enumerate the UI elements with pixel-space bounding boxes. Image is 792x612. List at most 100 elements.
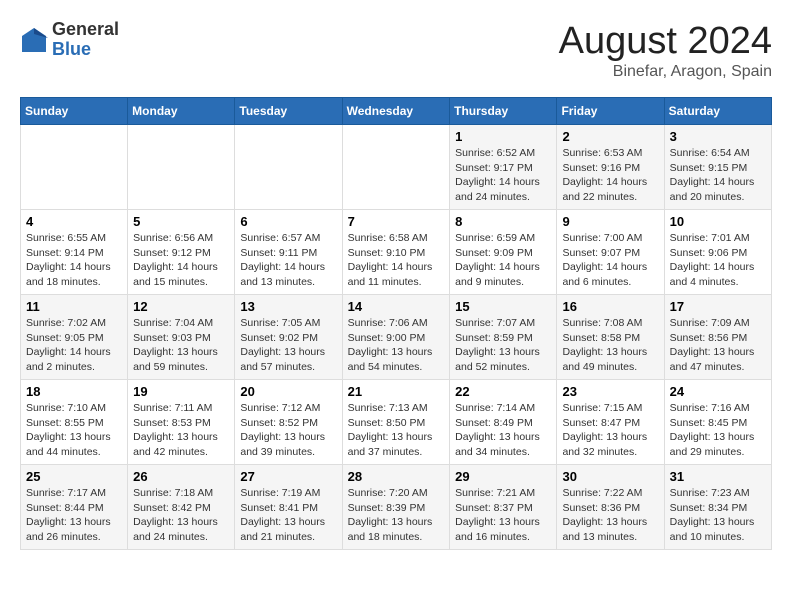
day-number: 6: [240, 214, 336, 229]
header-day: Saturday: [664, 98, 771, 125]
day-detail: Sunrise: 7:09 AM Sunset: 8:56 PM Dayligh…: [670, 316, 766, 375]
calendar-week-row: 18 Sunrise: 7:10 AM Sunset: 8:55 PM Dayli…: [21, 380, 772, 465]
day-number: 14: [348, 299, 445, 314]
day-number: 9: [562, 214, 658, 229]
day-detail: Sunrise: 7:15 AM Sunset: 8:47 PM Dayligh…: [562, 401, 658, 460]
header-day: Monday: [128, 98, 235, 125]
calendar-cell: 25Sunrise: 7:17 AM Sunset: 8:44 PM Dayli…: [21, 465, 128, 550]
calendar-cell: 18 Sunrise: 7:10 AM Sunset: 8:55 PM Dayli…: [21, 380, 128, 465]
day-number: 17: [670, 299, 766, 314]
calendar-cell: 27 Sunrise: 7:19 AM Sunset: 8:41 PM Dayli…: [235, 465, 342, 550]
day-detail: Sunrise: 7:05 AM Sunset: 9:02 PM Dayligh…: [240, 316, 336, 375]
calendar-week-row: 25Sunrise: 7:17 AM Sunset: 8:44 PM Dayli…: [21, 465, 772, 550]
day-number: 4: [26, 214, 122, 229]
calendar-cell: 21 Sunrise: 7:13 AM Sunset: 8:50 PM Dayli…: [342, 380, 450, 465]
day-detail: Sunrise: 7:20 AM Sunset: 8:39 PM Dayligh…: [348, 486, 445, 545]
calendar-body: 1Sunrise: 6:52 AM Sunset: 9:17 PM Daylig…: [21, 125, 772, 550]
day-detail: Sunrise: 7:10 AM Sunset: 8:55 PM Dayligh…: [26, 401, 122, 460]
logo-general-text: General: [52, 20, 119, 40]
calendar-cell: 8Sunrise: 6:59 AM Sunset: 9:09 PM Daylig…: [450, 210, 557, 295]
calendar-cell: 3 Sunrise: 6:54 AM Sunset: 9:15 PM Daylig…: [664, 125, 771, 210]
header-day: Thursday: [450, 98, 557, 125]
day-detail: Sunrise: 6:57 AM Sunset: 9:11 PM Dayligh…: [240, 231, 336, 290]
calendar-cell: 1Sunrise: 6:52 AM Sunset: 9:17 PM Daylig…: [450, 125, 557, 210]
day-detail: Sunrise: 7:01 AM Sunset: 9:06 PM Dayligh…: [670, 231, 766, 290]
day-detail: Sunrise: 7:19 AM Sunset: 8:41 PM Dayligh…: [240, 486, 336, 545]
calendar-cell: 2Sunrise: 6:53 AM Sunset: 9:16 PM Daylig…: [557, 125, 664, 210]
calendar-cell: 30Sunrise: 7:22 AM Sunset: 8:36 PM Dayli…: [557, 465, 664, 550]
day-number: 27: [240, 469, 336, 484]
calendar-cell: 29 Sunrise: 7:21 AM Sunset: 8:37 PM Dayli…: [450, 465, 557, 550]
calendar-cell: 24 Sunrise: 7:16 AM Sunset: 8:45 PM Dayli…: [664, 380, 771, 465]
calendar-cell: 17 Sunrise: 7:09 AM Sunset: 8:56 PM Dayli…: [664, 295, 771, 380]
day-number: 3: [670, 129, 766, 144]
calendar-week-row: 1Sunrise: 6:52 AM Sunset: 9:17 PM Daylig…: [21, 125, 772, 210]
day-number: 31: [670, 469, 766, 484]
day-number: 15: [455, 299, 551, 314]
day-number: 13: [240, 299, 336, 314]
calendar-cell: 12Sunrise: 7:04 AM Sunset: 9:03 PM Dayli…: [128, 295, 235, 380]
day-number: 10: [670, 214, 766, 229]
day-detail: Sunrise: 7:06 AM Sunset: 9:00 PM Dayligh…: [348, 316, 445, 375]
day-detail: Sunrise: 6:53 AM Sunset: 9:16 PM Dayligh…: [562, 146, 658, 205]
calendar-cell: 19 Sunrise: 7:11 AM Sunset: 8:53 PM Dayli…: [128, 380, 235, 465]
day-detail: Sunrise: 7:04 AM Sunset: 9:03 PM Dayligh…: [133, 316, 229, 375]
day-detail: Sunrise: 7:14 AM Sunset: 8:49 PM Dayligh…: [455, 401, 551, 460]
day-detail: Sunrise: 7:11 AM Sunset: 8:53 PM Dayligh…: [133, 401, 229, 460]
day-detail: Sunrise: 6:56 AM Sunset: 9:12 PM Dayligh…: [133, 231, 229, 290]
day-number: 16: [562, 299, 658, 314]
page-header: General Blue August 2024 Binefar, Aragon…: [20, 20, 772, 81]
day-detail: Sunrise: 6:55 AM Sunset: 9:14 PM Dayligh…: [26, 231, 122, 290]
day-detail: Sunrise: 7:16 AM Sunset: 8:45 PM Dayligh…: [670, 401, 766, 460]
calendar-cell: 7 Sunrise: 6:58 AM Sunset: 9:10 PM Daylig…: [342, 210, 450, 295]
calendar-week-row: 11 Sunrise: 7:02 AM Sunset: 9:05 PM Dayli…: [21, 295, 772, 380]
calendar-cell: 20Sunrise: 7:12 AM Sunset: 8:52 PM Dayli…: [235, 380, 342, 465]
day-number: 28: [348, 469, 445, 484]
day-detail: Sunrise: 6:58 AM Sunset: 9:10 PM Dayligh…: [348, 231, 445, 290]
day-number: 25: [26, 469, 122, 484]
calendar-table: SundayMondayTuesdayWednesdayThursdayFrid…: [20, 97, 772, 550]
day-detail: Sunrise: 6:52 AM Sunset: 9:17 PM Dayligh…: [455, 146, 551, 205]
calendar-cell: 14 Sunrise: 7:06 AM Sunset: 9:00 PM Dayli…: [342, 295, 450, 380]
day-number: 7: [348, 214, 445, 229]
day-detail: Sunrise: 7:18 AM Sunset: 8:42 PM Dayligh…: [133, 486, 229, 545]
day-number: 21: [348, 384, 445, 399]
calendar-cell: 11 Sunrise: 7:02 AM Sunset: 9:05 PM Dayli…: [21, 295, 128, 380]
calendar-cell: 26Sunrise: 7:18 AM Sunset: 8:42 PM Dayli…: [128, 465, 235, 550]
day-detail: Sunrise: 7:23 AM Sunset: 8:34 PM Dayligh…: [670, 486, 766, 545]
day-number: 18: [26, 384, 122, 399]
calendar-cell: 22Sunrise: 7:14 AM Sunset: 8:49 PM Dayli…: [450, 380, 557, 465]
day-number: 5: [133, 214, 229, 229]
calendar-cell: [21, 125, 128, 210]
calendar-cell: 23 Sunrise: 7:15 AM Sunset: 8:47 PM Dayli…: [557, 380, 664, 465]
day-detail: Sunrise: 7:07 AM Sunset: 8:59 PM Dayligh…: [455, 316, 551, 375]
logo-text: General Blue: [52, 20, 119, 60]
header-day: Tuesday: [235, 98, 342, 125]
calendar-cell: 16Sunrise: 7:08 AM Sunset: 8:58 PM Dayli…: [557, 295, 664, 380]
day-detail: Sunrise: 7:21 AM Sunset: 8:37 PM Dayligh…: [455, 486, 551, 545]
location: Binefar, Aragon, Spain: [559, 63, 772, 81]
day-detail: Sunrise: 7:12 AM Sunset: 8:52 PM Dayligh…: [240, 401, 336, 460]
header-day: Wednesday: [342, 98, 450, 125]
calendar-cell: 28 Sunrise: 7:20 AM Sunset: 8:39 PM Dayli…: [342, 465, 450, 550]
month-title: August 2024: [559, 20, 772, 63]
day-number: 11: [26, 299, 122, 314]
day-number: 30: [562, 469, 658, 484]
day-number: 29: [455, 469, 551, 484]
day-number: 24: [670, 384, 766, 399]
calendar-cell: [342, 125, 450, 210]
day-number: 23: [562, 384, 658, 399]
day-detail: Sunrise: 6:59 AM Sunset: 9:09 PM Dayligh…: [455, 231, 551, 290]
calendar-cell: 10 Sunrise: 7:01 AM Sunset: 9:06 PM Dayli…: [664, 210, 771, 295]
day-detail: Sunrise: 7:13 AM Sunset: 8:50 PM Dayligh…: [348, 401, 445, 460]
day-detail: Sunrise: 7:02 AM Sunset: 9:05 PM Dayligh…: [26, 316, 122, 375]
calendar-cell: 5 Sunrise: 6:56 AM Sunset: 9:12 PM Daylig…: [128, 210, 235, 295]
calendar-cell: 15 Sunrise: 7:07 AM Sunset: 8:59 PM Dayli…: [450, 295, 557, 380]
calendar-week-row: 4 Sunrise: 6:55 AM Sunset: 9:14 PM Daylig…: [21, 210, 772, 295]
calendar-cell: 6 Sunrise: 6:57 AM Sunset: 9:11 PM Daylig…: [235, 210, 342, 295]
day-detail: Sunrise: 7:00 AM Sunset: 9:07 PM Dayligh…: [562, 231, 658, 290]
calendar-cell: [128, 125, 235, 210]
logo: General Blue: [20, 20, 119, 60]
day-number: 19: [133, 384, 229, 399]
day-detail: Sunrise: 6:54 AM Sunset: 9:15 PM Dayligh…: [670, 146, 766, 205]
